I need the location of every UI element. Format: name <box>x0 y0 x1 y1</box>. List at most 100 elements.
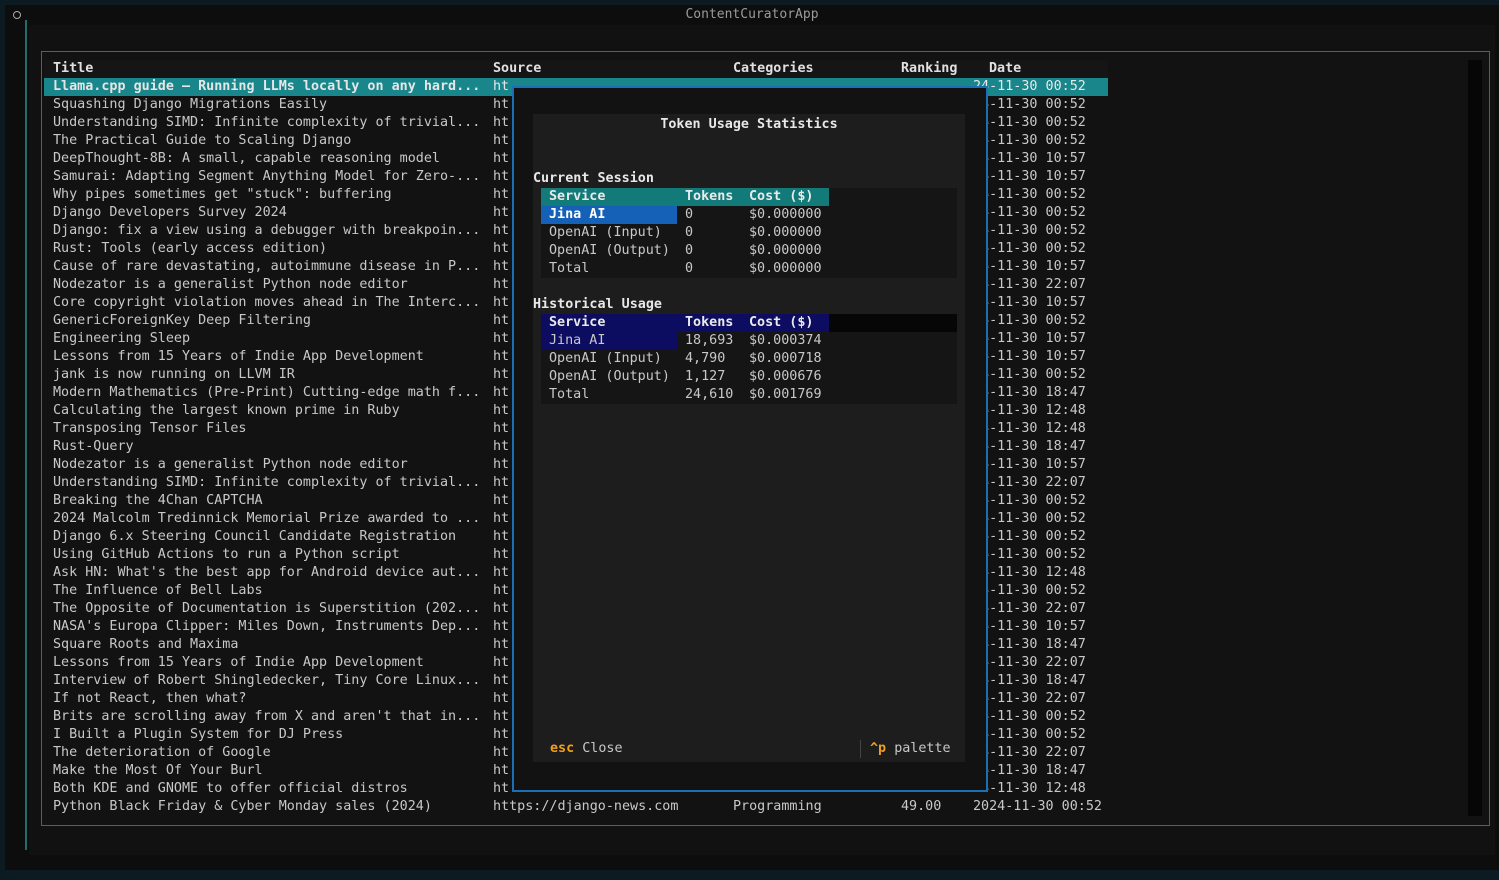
date-cell: 24-11-30 18:47 <box>973 385 1086 400</box>
cost-cell: $0.000000 <box>749 261 822 276</box>
table-scrollbar[interactable] <box>1468 60 1482 816</box>
date-cell: 24-11-30 22:07 <box>973 655 1086 670</box>
date-cell: 24-11-30 12:48 <box>973 403 1086 418</box>
title-cell: Core copyright violation moves ahead in … <box>53 295 481 310</box>
title-cell: Engineering Sleep <box>53 331 191 346</box>
table-row[interactable]: OpenAI (Output) 0 $0.000000 <box>541 242 957 260</box>
current-header-cost[interactable]: Cost ($) <box>749 188 814 206</box>
palette-binding[interactable]: ^p palette <box>870 740 951 758</box>
title-cell: If not React, then what? <box>53 691 247 706</box>
tokens-cell: 4,790 <box>685 351 726 366</box>
table-header: Title Source Categories Ranking Date <box>44 60 1108 78</box>
historical-usage-table: Service Tokens Cost ($) Jina AI 18,693 $… <box>541 314 957 404</box>
table-row[interactable]: OpenAI (Output) 1,127 $0.000676 <box>541 368 957 386</box>
date-cell: 24-11-30 10:57 <box>973 295 1086 310</box>
tokens-cell: 0 <box>685 243 694 258</box>
table-row[interactable]: Jina AI 18,693 $0.000374 <box>541 332 957 350</box>
date-cell: 24-11-30 10:57 <box>973 169 1086 184</box>
tokens-cell: 0 <box>685 261 694 276</box>
date-cell: 24-11-30 00:52 <box>973 313 1086 328</box>
title-bar: ContentCuratorApp <box>5 5 1499 25</box>
service-cell: OpenAI (Output) <box>549 369 670 384</box>
close-label: Close <box>582 741 623 756</box>
date-cell: 24-11-30 22:07 <box>973 601 1086 616</box>
current-session-title: Current Session <box>533 171 654 186</box>
historical-header-tokens[interactable]: Tokens <box>685 314 733 332</box>
title-cell: DeepThought-8B: A small, capable reasoni… <box>53 151 440 166</box>
modal-footer: esc Close ^p palette <box>533 740 965 760</box>
title-cell: Python Black Friday & Cyber Monday sales… <box>53 799 432 814</box>
date-cell: 24-11-30 00:52 <box>973 493 1086 508</box>
modal-title: Token Usage Statistics <box>660 117 838 132</box>
title-cell: Llama.cpp guide – Running LLMs locally o… <box>53 79 481 94</box>
close-binding[interactable]: esc Close <box>550 740 623 758</box>
title-cell: Ask HN: What's the best app for Android … <box>53 565 481 580</box>
title-cell: The deterioration of Google <box>53 745 271 760</box>
table-row[interactable]: Jina AI 0 $0.000000 <box>541 206 957 224</box>
date-cell: 24-11-30 00:52 <box>973 223 1086 238</box>
title-cell: The Practical Guide to Scaling Django <box>53 133 352 148</box>
date-cell: 24-11-30 18:47 <box>973 763 1086 778</box>
title-cell: Nodezator is a generalist Python node ed… <box>53 277 408 292</box>
tokens-cell: 0 <box>685 207 694 222</box>
title-cell: Django Developers Survey 2024 <box>53 205 287 220</box>
current-header-service[interactable]: Service <box>549 188 677 206</box>
cost-cell: $0.000000 <box>749 243 822 258</box>
title-cell: NASA's Europa Clipper: Miles Down, Instr… <box>53 619 481 634</box>
title-cell: 2024 Malcolm Tredinnick Memorial Prize a… <box>53 511 481 526</box>
cost-cell: $0.000676 <box>749 369 822 384</box>
title-cell: Brits are scrolling away from X and aren… <box>53 709 481 724</box>
service-cell: Jina AI <box>549 333 606 348</box>
current-header-tokens[interactable]: Tokens <box>685 188 733 206</box>
cost-cell: $0.000000 <box>749 207 822 222</box>
service-cell: OpenAI (Input) <box>549 225 662 240</box>
historical-header-row: Service Tokens Cost ($) <box>541 314 957 332</box>
title-cell: Make the Most Of Your Burl <box>53 763 263 778</box>
historical-header-cost[interactable]: Cost ($) <box>749 314 814 332</box>
title-cell: The Influence of Bell Labs <box>53 583 263 598</box>
title-cell: Both KDE and GNOME to offer official dis… <box>53 781 408 796</box>
title-cell: Interview of Robert Shingledecker, Tiny … <box>53 673 481 688</box>
header-title[interactable]: Title <box>53 60 483 78</box>
date-cell: 24-11-30 10:57 <box>973 349 1086 364</box>
title-cell: Samurai: Adapting Segment Anything Model… <box>53 169 481 184</box>
date-cell: 24-11-30 00:52 <box>973 727 1086 742</box>
date-cell: 24-11-30 00:52 <box>973 529 1086 544</box>
current-header-row: Service Tokens Cost ($) <box>541 188 957 206</box>
table-row[interactable]: OpenAI (Input) 0 $0.000000 <box>541 224 957 242</box>
date-cell: 24-11-30 00:52 <box>973 241 1086 256</box>
title-cell: Using GitHub Actions to run a Python scr… <box>53 547 400 562</box>
tokens-cell: 24,610 <box>685 387 734 402</box>
date-cell: 24-11-30 18:47 <box>973 637 1086 652</box>
date-cell: 24-11-30 00:52 <box>973 547 1086 562</box>
footer-divider <box>860 740 861 758</box>
title-cell: The Opposite of Documentation is Superst… <box>53 601 481 616</box>
date-cell: 24-11-30 10:57 <box>973 331 1086 346</box>
header-categories[interactable]: Categories <box>733 60 883 78</box>
date-cell: 24-11-30 00:52 <box>973 511 1086 526</box>
close-key: esc <box>550 741 575 756</box>
source-cell: https://django-news.com <box>493 799 679 814</box>
palette-key: ^p <box>870 741 887 756</box>
header-source[interactable]: Source <box>493 60 723 78</box>
title-cell: Nodezator is a generalist Python node ed… <box>53 457 408 472</box>
historical-usage-title: Historical Usage <box>533 297 662 312</box>
date-cell: 24-11-30 00:52 <box>973 367 1086 382</box>
date-cell: 24-11-30 00:52 <box>973 709 1086 724</box>
tokens-cell: 1,127 <box>685 369 726 384</box>
table-row[interactable]: Python Black Friday & Cyber Monday sales… <box>44 798 1108 816</box>
cost-cell: $0.000000 <box>749 225 822 240</box>
date-cell: 24-11-30 00:52 <box>973 115 1086 130</box>
table-row[interactable]: OpenAI (Input) 4,790 $0.000718 <box>541 350 957 368</box>
title-cell: Calculating the largest known prime in R… <box>53 403 400 418</box>
table-row[interactable]: Total 0 $0.000000 <box>541 260 957 278</box>
table-row[interactable]: Total 24,610 $0.001769 <box>541 386 957 404</box>
title-cell: Rust: Tools (early access edition) <box>53 241 328 256</box>
title-cell: Understanding SIMD: Infinite complexity … <box>53 475 481 490</box>
ranking-cell: 49.00 <box>901 799 942 814</box>
header-ranking[interactable]: Ranking <box>901 60 971 78</box>
date-cell: 24-11-30 10:57 <box>973 619 1086 634</box>
header-date[interactable]: Date <box>989 60 1129 78</box>
historical-header-service[interactable]: Service <box>549 314 677 332</box>
title-cell: Lessons from 15 Years of Indie App Devel… <box>53 349 424 364</box>
